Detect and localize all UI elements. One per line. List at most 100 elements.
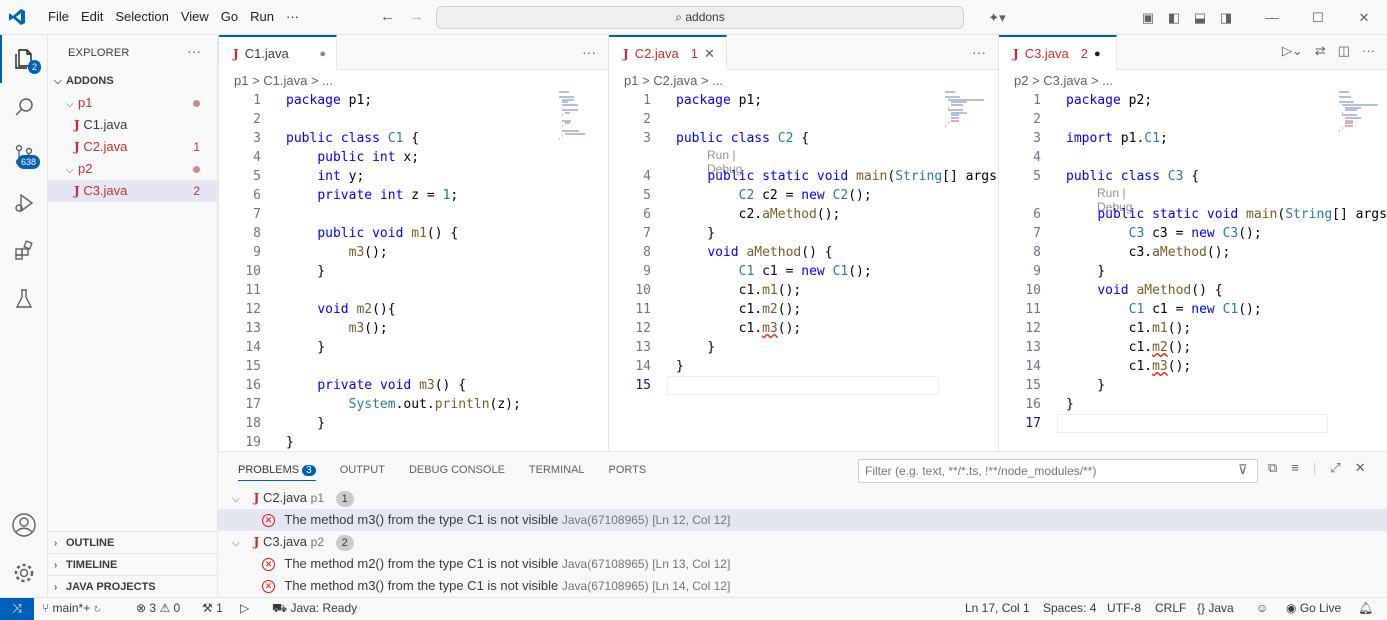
search-activity-icon[interactable] [0, 83, 48, 131]
breadcrumb[interactable]: p2 > C3.java > ... [1014, 73, 1113, 88]
testing-activity-icon[interactable] [0, 275, 48, 323]
maximize-icon[interactable]: ☐ [1295, 10, 1341, 26]
broadcast-icon: ◉ [1286, 601, 1300, 615]
folder-root[interactable]: ⌵ ADDONS [48, 70, 218, 92]
file-c1[interactable]: J C1.java [48, 114, 218, 136]
ports-status[interactable]: ⚒ 1 [202, 598, 223, 619]
tab-debug-console[interactable]: DEBUG CONSOLE [409, 464, 505, 481]
forward-arrow-icon[interactable]: → [409, 8, 424, 25]
cursor-position[interactable]: Ln 17, Col 1 [965, 598, 1030, 619]
tab-problems[interactable]: PROBLEMS 3 [238, 464, 316, 481]
minimap[interactable] [559, 91, 608, 451]
problem-group-c3[interactable]: ⌵ J C3.java p2 2 [218, 531, 1387, 553]
branch-name: main*+ [52, 601, 91, 615]
menu-selection[interactable]: Selection [109, 9, 174, 24]
branch-status[interactable]: ⑂ main*+ ↻ [42, 598, 101, 619]
close-window-icon[interactable]: ✕ [1341, 10, 1387, 26]
tab-c2[interactable]: J C2.java 1 ✕ [609, 35, 727, 70]
folder-p2[interactable]: ⌵ p2 [48, 158, 218, 180]
menu-more[interactable]: ··· [280, 9, 305, 24]
java-projects-section[interactable]: › JAVA PROJECTS [48, 575, 218, 597]
problem-item[interactable]: ✕ The method m2() from the type C1 is no… [218, 553, 1387, 575]
outline-section[interactable]: › OUTLINE [48, 531, 218, 553]
braces-icon: {} [1197, 601, 1209, 615]
tab-c1[interactable]: J C1.java ● [219, 35, 337, 70]
go-live-label: Go Live [1299, 601, 1342, 615]
command-center-search[interactable]: ⌕ addons [436, 6, 964, 29]
minimap[interactable] [945, 91, 998, 451]
menu-go[interactable]: Go [215, 9, 244, 24]
split-editor-icon[interactable]: ◫ [1338, 43, 1350, 59]
minimap[interactable] [1339, 91, 1387, 451]
problems-status[interactable]: ⊗ 3 ⚠ 0 [136, 598, 180, 619]
extensions-activity-icon[interactable] [0, 227, 48, 275]
remote-indicator-icon[interactable]: ⤨ [0, 598, 34, 620]
compare-icon[interactable]: ⇄ [1315, 43, 1326, 59]
line-ending[interactable]: CRLF [1155, 598, 1186, 619]
collapse-all-icon[interactable]: ⧉ [1268, 460, 1277, 476]
view-as-tree-icon[interactable]: ≡ [1291, 460, 1299, 476]
more-actions-icon[interactable]: ··· [1362, 43, 1375, 59]
back-arrow-icon[interactable]: ← [380, 8, 395, 25]
menu-file[interactable]: File [42, 9, 75, 24]
more-actions-icon[interactable]: ··· [972, 44, 986, 60]
problem-item[interactable]: ✕ The method m3() from the type C1 is no… [218, 575, 1387, 597]
notifications-icon[interactable]: 🔔︎ [1358, 598, 1373, 619]
nav-arrows: ← → [380, 8, 424, 25]
breadcrumb[interactable]: p1 > C1.java > ... [234, 73, 333, 88]
file-c2[interactable]: J C2.java 1 [48, 136, 218, 158]
folder-p1[interactable]: ⌵ p1 [48, 92, 218, 114]
minimize-icon[interactable]: — [1249, 10, 1295, 25]
more-actions-icon[interactable]: ··· [187, 43, 201, 59]
tab-ports[interactable]: PORTS [609, 464, 647, 481]
problems-filter-input[interactable]: Filter (e.g. text, **/*.ts, !**/node_mod… [858, 459, 1258, 483]
filter-icon[interactable]: ⊽ [1238, 462, 1248, 478]
copilot-icon[interactable]: ✦▾ [979, 10, 1015, 26]
menu-edit[interactable]: Edit [75, 9, 109, 24]
line-text: public class C2 { [676, 131, 810, 146]
go-live[interactable]: ◉ Go Live [1286, 598, 1341, 619]
toggle-secondary-sidebar-icon[interactable]: ◨ [1213, 10, 1239, 26]
toggle-sidebar-icon[interactable]: ◧ [1161, 10, 1187, 26]
tab-terminal[interactable]: TERMINAL [529, 464, 585, 481]
run-icon[interactable]: ▷⌄ [1282, 43, 1303, 59]
tab-output[interactable]: OUTPUT [340, 464, 385, 481]
timeline-section[interactable]: › TIMELINE [48, 553, 218, 575]
encoding[interactable]: UTF-8 [1107, 598, 1141, 619]
maximize-panel-icon[interactable]: ⤢ [1330, 460, 1340, 476]
explorer-activity-icon[interactable]: 2 [0, 35, 48, 83]
dirty-dot-icon[interactable]: ● [1094, 48, 1101, 60]
line-text: C2 c2 = new C2(); [738, 188, 872, 203]
file-c3[interactable]: J C3.java 2 [48, 180, 218, 202]
copilot-status-icon[interactable]: ☺ [1256, 598, 1268, 619]
problem-item[interactable]: ✕ The method m3() from the type C1 is no… [218, 509, 1387, 531]
breadcrumb[interactable]: p1 > C2.java > ... [624, 73, 723, 88]
chevron-down-icon: ⌵ [54, 76, 62, 87]
java-status[interactable]: ⛟ Java: Ready [272, 598, 357, 619]
file-label: C2.java [83, 139, 128, 154]
run-debug-activity-icon[interactable] [0, 179, 48, 227]
language-mode[interactable]: {} Java [1197, 598, 1234, 619]
line-number: 15 [635, 378, 651, 393]
minimap-line [562, 124, 564, 127]
layout-icon[interactable]: ▣ [1135, 10, 1161, 26]
problem-group-c2[interactable]: ⌵ J C2.java p1 1 [218, 487, 1387, 509]
source-control-activity-icon[interactable]: 638 [0, 131, 48, 179]
tab-c3[interactable]: J C3.java 2 ● [999, 35, 1117, 70]
indentation[interactable]: Spaces: 4 [1043, 598, 1096, 619]
more-actions-icon[interactable]: ··· [582, 44, 596, 60]
dirty-dot-icon[interactable]: ● [319, 48, 326, 60]
toggle-panel-icon[interactable]: ⬓ [1187, 10, 1213, 26]
problem-location: [Ln 13, Col 12] [652, 557, 731, 571]
problem-folder: p2 [310, 535, 324, 549]
close-tab-icon[interactable]: ✕ [704, 46, 715, 62]
accounts-activity-icon[interactable] [0, 501, 48, 549]
debug-status-icon[interactable]: ▷ [240, 598, 249, 619]
close-panel-icon[interactable]: ✕ [1355, 460, 1366, 476]
menu-run[interactable]: Run [244, 9, 280, 24]
chevron-right-icon: › [54, 560, 58, 571]
line-text: c1.m3(); [676, 321, 802, 336]
menu-view[interactable]: View [175, 9, 215, 24]
manage-activity-icon[interactable] [0, 549, 48, 597]
line-number: 10 [1025, 283, 1041, 298]
